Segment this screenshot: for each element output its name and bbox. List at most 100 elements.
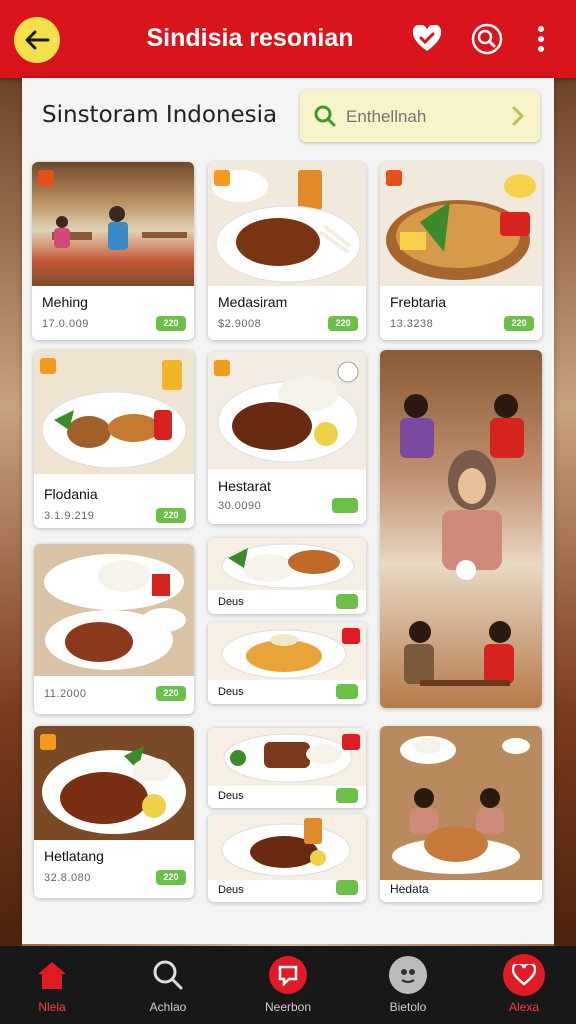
card-price: 30.0090 (218, 500, 262, 512)
diners-photo (380, 350, 542, 708)
restaurant-card[interactable]: Frebtaria 13.3238 220 (380, 162, 542, 340)
heart-icon (503, 954, 545, 996)
card-price: 17.0.009 (42, 318, 89, 330)
restaurant-card[interactable]: Medasiram $2.9008 220 (208, 162, 366, 340)
restaurant-card[interactable]: Flodania 3.1.9.219 220 (34, 350, 194, 528)
nav-label: Neerbon (264, 1000, 312, 1014)
chevron-right-icon[interactable] (510, 105, 526, 127)
grilled-fish-platter-image (380, 162, 542, 286)
restaurant-card[interactable]: 11.2000 220 (34, 544, 194, 714)
promo-badge (38, 170, 54, 186)
chat-icon (269, 956, 307, 994)
card-title: Hetlatang (44, 848, 104, 864)
more-menu-button[interactable] (526, 22, 556, 56)
restaurant-card[interactable]: Deus (208, 728, 366, 808)
favorite-button[interactable] (410, 22, 444, 56)
rating-pill (336, 880, 358, 895)
nav-label: Achlao (149, 1000, 187, 1014)
rendang-plate-image (208, 352, 366, 470)
rating-pill (332, 498, 358, 513)
diners-illustration (400, 394, 524, 686)
card-price: 32.8.080 (44, 872, 91, 884)
search-button[interactable] (470, 22, 504, 56)
bottom-navigation: Nlela Achlao Neerbon Bietolo Alexa (0, 946, 576, 1024)
rating-pill: 220 (328, 316, 358, 331)
food-plate-illustration (217, 361, 359, 463)
nav-search[interactable]: Achlao (118, 946, 218, 1024)
search-field[interactable] (300, 90, 540, 142)
diners-illustration (52, 206, 187, 250)
search-icon (471, 23, 503, 55)
search-icon (149, 956, 187, 994)
rating-pill: 220 (504, 316, 534, 331)
restaurant-card[interactable]: Mehing 17.0.009 220 (32, 162, 194, 340)
restaurant-card[interactable]: Deus (208, 814, 366, 902)
card-title: Deus (218, 790, 244, 802)
card-price: $2.9008 (218, 318, 262, 330)
rating-pill: 220 (156, 316, 186, 331)
promo-badge (386, 170, 402, 186)
ayam-bakar-image (208, 814, 366, 880)
food-plate-illustration (42, 746, 186, 834)
promo-badge (40, 734, 56, 750)
card-title: Hestarat (218, 478, 271, 494)
home-icon (33, 956, 71, 994)
nav-favorites[interactable]: Alexa (474, 946, 574, 1024)
corner-badge (342, 628, 360, 644)
chicken-curry-image (34, 726, 194, 840)
background-right (554, 0, 576, 1024)
card-title: Deus (218, 686, 244, 698)
app-header: Sindisia resonian (0, 0, 576, 78)
page-title: Sinstoram Indonesia (42, 102, 278, 128)
food-plate-illustration (212, 170, 361, 283)
rating-pill: 220 (156, 870, 186, 885)
food-plate-illustration (221, 543, 355, 589)
card-price: 11.2000 (44, 688, 87, 700)
restaurant-card[interactable]: Deus (208, 622, 366, 704)
restaurant-card[interactable]: Hestarat 30.0090 (208, 352, 366, 524)
food-plate-illustration (221, 818, 351, 877)
card-price: 13.3238 (390, 318, 434, 330)
restaurant-photo-card[interactable] (380, 350, 542, 708)
card-title: Mehing (42, 294, 88, 310)
nav-home[interactable]: Nlela (2, 946, 102, 1024)
app-title: Sindisia resonian (146, 24, 354, 52)
restaurant-card[interactable]: Hetlatang 32.8.080 220 (34, 726, 194, 898)
fried-chicken-plate-image (208, 162, 366, 286)
rating-pill (336, 788, 358, 803)
back-button[interactable] (14, 17, 60, 63)
card-title: Flodania (44, 486, 98, 502)
nav-label: Bietolo (389, 1000, 427, 1014)
nav-label: Alexa (508, 1000, 540, 1014)
search-input[interactable] (344, 104, 498, 130)
nav-label: Nlela (38, 1000, 66, 1014)
nav-profile[interactable]: Bietolo (358, 946, 458, 1024)
rating-pill (336, 594, 358, 609)
card-title: Deus (218, 884, 244, 896)
satay-plate-image (34, 350, 194, 474)
background-left (0, 0, 22, 1024)
rating-pill: 220 (156, 508, 186, 523)
nasi-campur-image (34, 544, 194, 676)
rating-pill (336, 684, 358, 699)
corner-badge (342, 734, 360, 750)
promo-badge (40, 358, 56, 374)
food-plate-illustration (41, 360, 187, 469)
food-plate-illustration (386, 174, 536, 280)
card-title: Hedata (390, 882, 429, 896)
heart-check-icon (412, 25, 442, 51)
nav-chat[interactable]: Neerbon (238, 946, 338, 1024)
card-title: Medasiram (218, 294, 288, 310)
restaurant-card[interactable]: Deus (208, 538, 366, 614)
restaurant-interior-image (32, 162, 194, 286)
card-title: Frebtaria (390, 294, 447, 310)
food-plate-illustration (44, 554, 186, 670)
card-price: 3.1.9.219 (44, 510, 95, 522)
content-panel: Sinstoram Indonesia Mehing 17.0.009 220 (22, 78, 554, 944)
diners-illustration (392, 736, 530, 874)
promo-badge (214, 170, 230, 186)
card-title: Deus (218, 596, 244, 608)
restaurant-photo-card[interactable]: Hedata (380, 726, 542, 902)
back-arrow-icon (25, 30, 50, 50)
rice-plate-image (208, 538, 366, 590)
